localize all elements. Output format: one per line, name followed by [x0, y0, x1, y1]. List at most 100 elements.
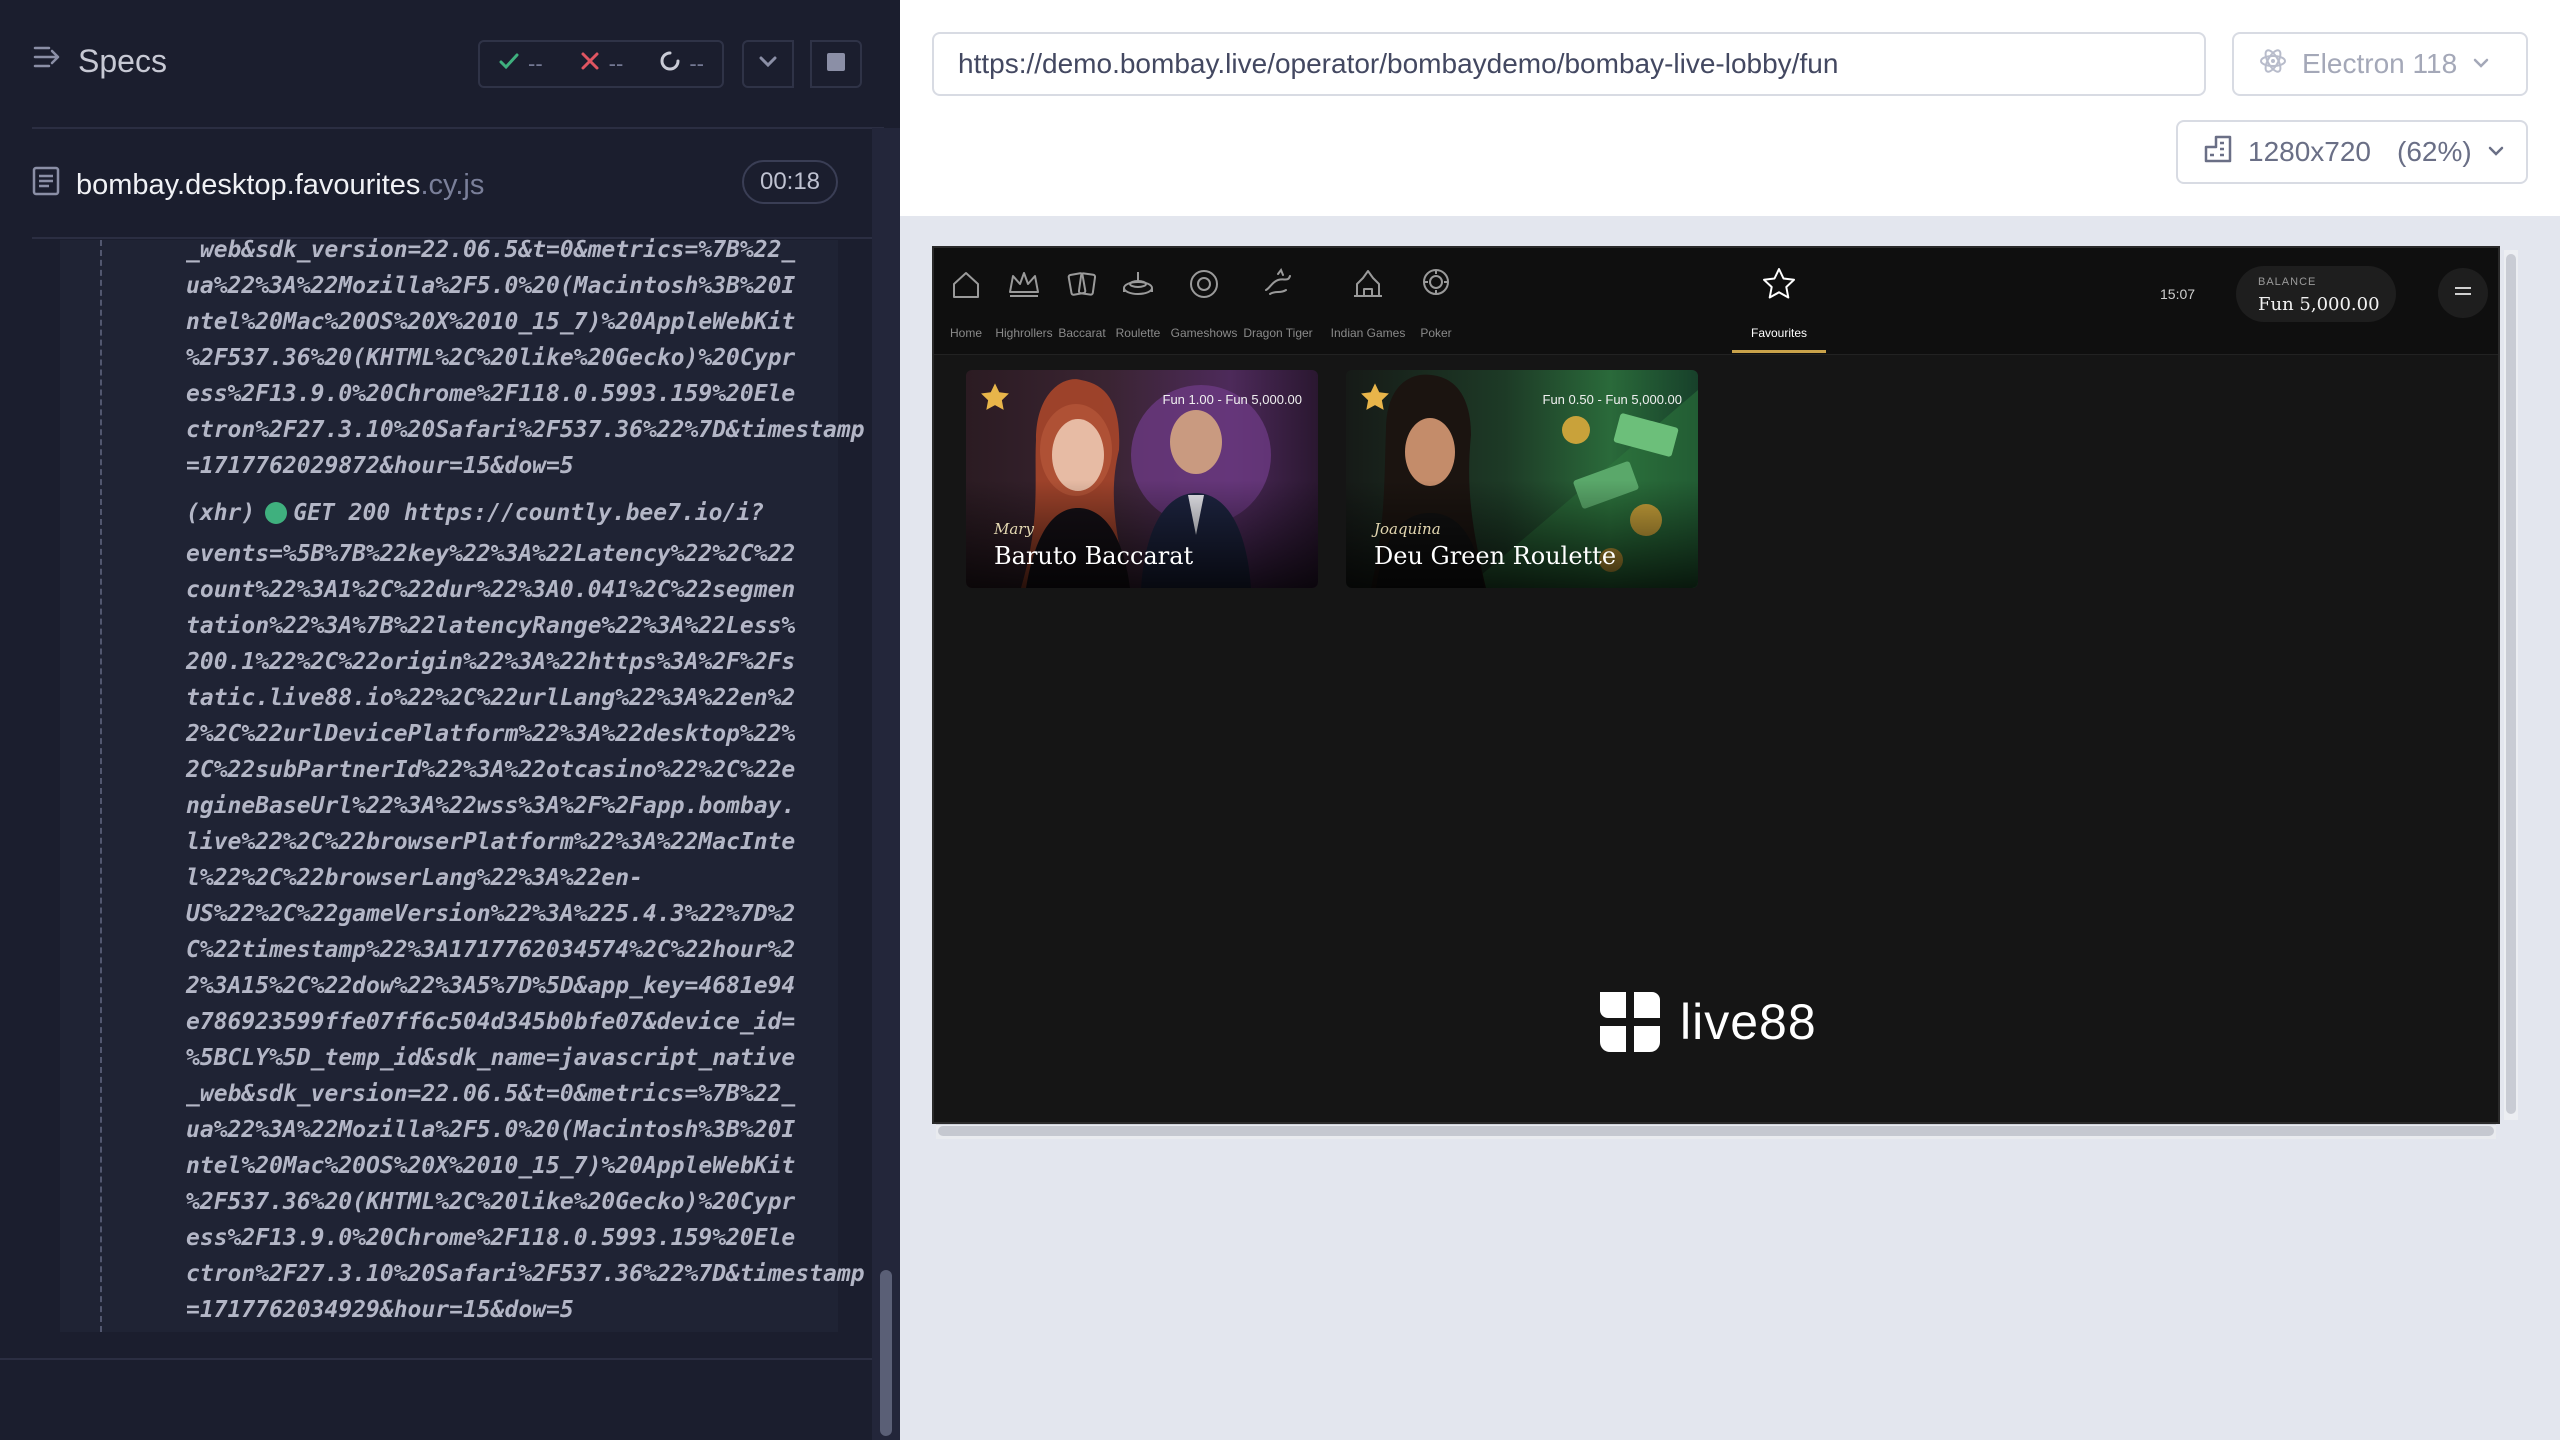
log-line: 200.1%22%2C%22origin%22%3A%22https%3A%2F…	[186, 649, 796, 675]
log-scrollbar-thumb[interactable]	[880, 1270, 892, 1436]
dealer-name: Mary	[994, 520, 1034, 538]
log-line: ess%2F13.9.0%20Chrome%2F118.0.5993.159%2…	[186, 381, 796, 407]
passed-count: --	[528, 51, 543, 76]
log-entry-text: events=%5B%7B%22key%22%3A%22Latency%22%2…	[186, 536, 865, 1328]
xhr-tag: (xhr)	[186, 500, 256, 526]
nav-label-baccarat: Baccarat	[1058, 326, 1106, 340]
log-line: 2C%22subPartnerId%22%3A%22otcasino%22%2C…	[186, 757, 796, 783]
log-line: e786923599ffe07ff6c504d345b0bfe07&device…	[186, 1009, 796, 1035]
nav-tab-baccarat[interactable]: Baccarat	[1058, 248, 1106, 354]
pending-stat: --	[659, 50, 704, 78]
check-icon	[498, 50, 520, 78]
chevron-down-icon	[756, 50, 780, 79]
nav-tab-highrollers[interactable]: Highrollers	[995, 248, 1053, 354]
xhr-log-entry[interactable]: (xhr) GET 200 https://countly.bee7.io/i?	[186, 500, 764, 526]
nav-label-home: Home	[949, 326, 982, 340]
active-tab-indicator	[1732, 350, 1826, 353]
nav-tab-roulette[interactable]: Roulette	[1114, 248, 1162, 354]
ruler-icon	[2202, 133, 2234, 172]
log-line: tation%22%3A%7B%22latencyRange%22%3A%22L…	[186, 613, 796, 639]
log-indent-line	[100, 240, 102, 1332]
viewport-selector[interactable]: 1280x720 (62%)	[2176, 120, 2528, 184]
divider	[0, 1358, 880, 1360]
chip-icon	[1416, 248, 1456, 309]
browser-selector[interactable]: Electron 118	[2232, 32, 2528, 96]
electron-icon	[2258, 46, 2288, 83]
log-line: C%22timestamp%22%3A1717762034574%2C%22ho…	[186, 937, 796, 963]
url-bar[interactable]: https://demo.bombay.live/operator/bombay…	[932, 32, 2206, 96]
log-line: _web&sdk_version=22.06.5&t=0&metrics=%7B…	[186, 237, 796, 263]
stop-button[interactable]	[810, 40, 862, 88]
spec-file-row[interactable]: bombay.desktop.favourites.cy.js 00:18	[0, 156, 880, 212]
log-line: =1717762029872&hour=15&dow=5	[186, 453, 574, 479]
chevron-down-icon	[2471, 48, 2491, 80]
viewport-size: 1280x720	[2248, 136, 2372, 167]
nav-tab-dragon-tiger[interactable]: Dragon Tiger	[1240, 248, 1316, 354]
log-line: 2%3A15%2C%22dow%22%3A5%7D%5D&app_key=468…	[186, 973, 796, 999]
nav-label-highrollers: Highrollers	[995, 326, 1053, 340]
log-entry-text: _web&sdk_version=22.06.5&t=0&metrics=%7B…	[186, 232, 865, 484]
specs-list-icon	[32, 42, 62, 80]
hamburger-icon	[2453, 283, 2473, 304]
menu-button[interactable]	[2438, 268, 2488, 318]
wheel-icon	[1184, 248, 1224, 309]
specs-toggle[interactable]: Specs	[32, 42, 167, 80]
log-line: 2%2C%22urlDevicePlatform%22%3A%22desktop…	[186, 721, 796, 747]
nav-tab-poker[interactable]: Poker	[1414, 248, 1458, 354]
duration-badge: 00:18	[742, 160, 838, 204]
spec-file-name: bombay.desktop.favourites	[76, 168, 421, 201]
game-card[interactable]: Fun 1.00 - Fun 5,000.00 Mary Baruto Bacc…	[966, 370, 1318, 588]
log-line: =1717762034929&hour=15&dow=5	[186, 1297, 574, 1323]
nav-tab-gameshows[interactable]: Gameshows	[1171, 248, 1237, 354]
star-icon	[1759, 248, 1799, 309]
nav-tab-indian-games[interactable]: Indian Games	[1330, 248, 1406, 354]
log-line: ua%22%3A%22Mozilla%2F5.0%20(Macintosh%3B…	[186, 1117, 796, 1143]
nav-tab-favourites[interactable]: Favourites	[1744, 248, 1814, 354]
app-under-test: Home Highrollers Baccarat Roulette Games…	[932, 246, 2500, 1124]
spec-file: bombay.desktop.favourites.cy.js	[32, 166, 484, 204]
specs-header: Specs -- -- --	[0, 0, 900, 128]
crown-icon	[1004, 248, 1044, 309]
log-scrollbar[interactable]	[872, 128, 900, 1440]
app-hscrollbar-thumb[interactable]	[938, 1126, 2494, 1136]
x-icon	[579, 50, 601, 78]
dragon-icon	[1258, 248, 1298, 309]
favourite-star-icon[interactable]	[1358, 380, 1392, 414]
log-line: ntel%20Mac%20OS%20X%2010_15_7)%20AppleWe…	[186, 1153, 796, 1179]
balance-pill: BALANCE Fun 5,000.00	[2236, 266, 2396, 322]
nav-label-dragon-tiger: Dragon Tiger	[1243, 326, 1313, 340]
collapse-button[interactable]	[742, 40, 794, 88]
chevron-down-icon	[2486, 136, 2506, 168]
bet-limits: Fun 1.00 - Fun 5,000.00	[1162, 392, 1302, 407]
status-dot-icon	[265, 502, 288, 524]
favourite-star-icon[interactable]	[978, 380, 1012, 414]
spinner-icon	[659, 50, 681, 78]
pending-count: --	[689, 51, 704, 76]
cards-icon	[1062, 248, 1102, 309]
log-line: l%22%2C%22browserLang%22%3A%22en-	[186, 865, 643, 891]
log-line: count%22%3A1%2C%22dur%22%3A0.041%2C%22se…	[186, 577, 796, 603]
nav-label-poker: Poker	[1420, 326, 1452, 340]
viewport-zoom: (62%)	[2397, 136, 2472, 167]
log-line: US%22%2C%22gameVersion%22%3A%225.4.3%22%…	[186, 901, 796, 927]
log-line: events=%5B%7B%22key%22%3A%22Latency%22%2…	[186, 541, 796, 567]
log-line: ntel%20Mac%20OS%20X%2010_15_7)%20AppleWe…	[186, 309, 796, 335]
failed-stat: --	[579, 50, 623, 78]
log-line: live%22%2C%22browserPlatform%22%3A%22Mac…	[186, 829, 796, 855]
specs-title: Specs	[78, 42, 167, 79]
app-scrollbar-thumb[interactable]	[2506, 254, 2516, 1114]
log-line: _web&sdk_version=22.06.5&t=0&metrics=%7B…	[186, 1081, 796, 1107]
bet-limits: Fun 0.50 - Fun 5,000.00	[1542, 392, 1682, 407]
test-stats: -- -- --	[478, 40, 724, 88]
log-line: ctron%2F27.3.10%20Safari%2F537.36%22%7D&…	[186, 417, 865, 443]
log-line: %2F537.36%20(KHTML%2C%20like%20Gecko)%20…	[186, 1189, 796, 1215]
cypress-runner-panel: Specs -- -- -- bombay.desktop.favourites…	[0, 0, 900, 1440]
brand-name: live88	[1680, 994, 1817, 1050]
nav-label-roulette: Roulette	[1115, 326, 1161, 340]
nav-tab-home[interactable]: Home	[944, 248, 988, 354]
game-card[interactable]: Fun 0.50 - Fun 5,000.00 Joaquina Deu Gre…	[1346, 370, 1698, 588]
divider	[32, 127, 884, 129]
passed-stat: --	[498, 50, 543, 78]
nav-label-gameshows: Gameshows	[1170, 326, 1238, 340]
game-name: Deu Green Roulette	[1374, 542, 1617, 570]
